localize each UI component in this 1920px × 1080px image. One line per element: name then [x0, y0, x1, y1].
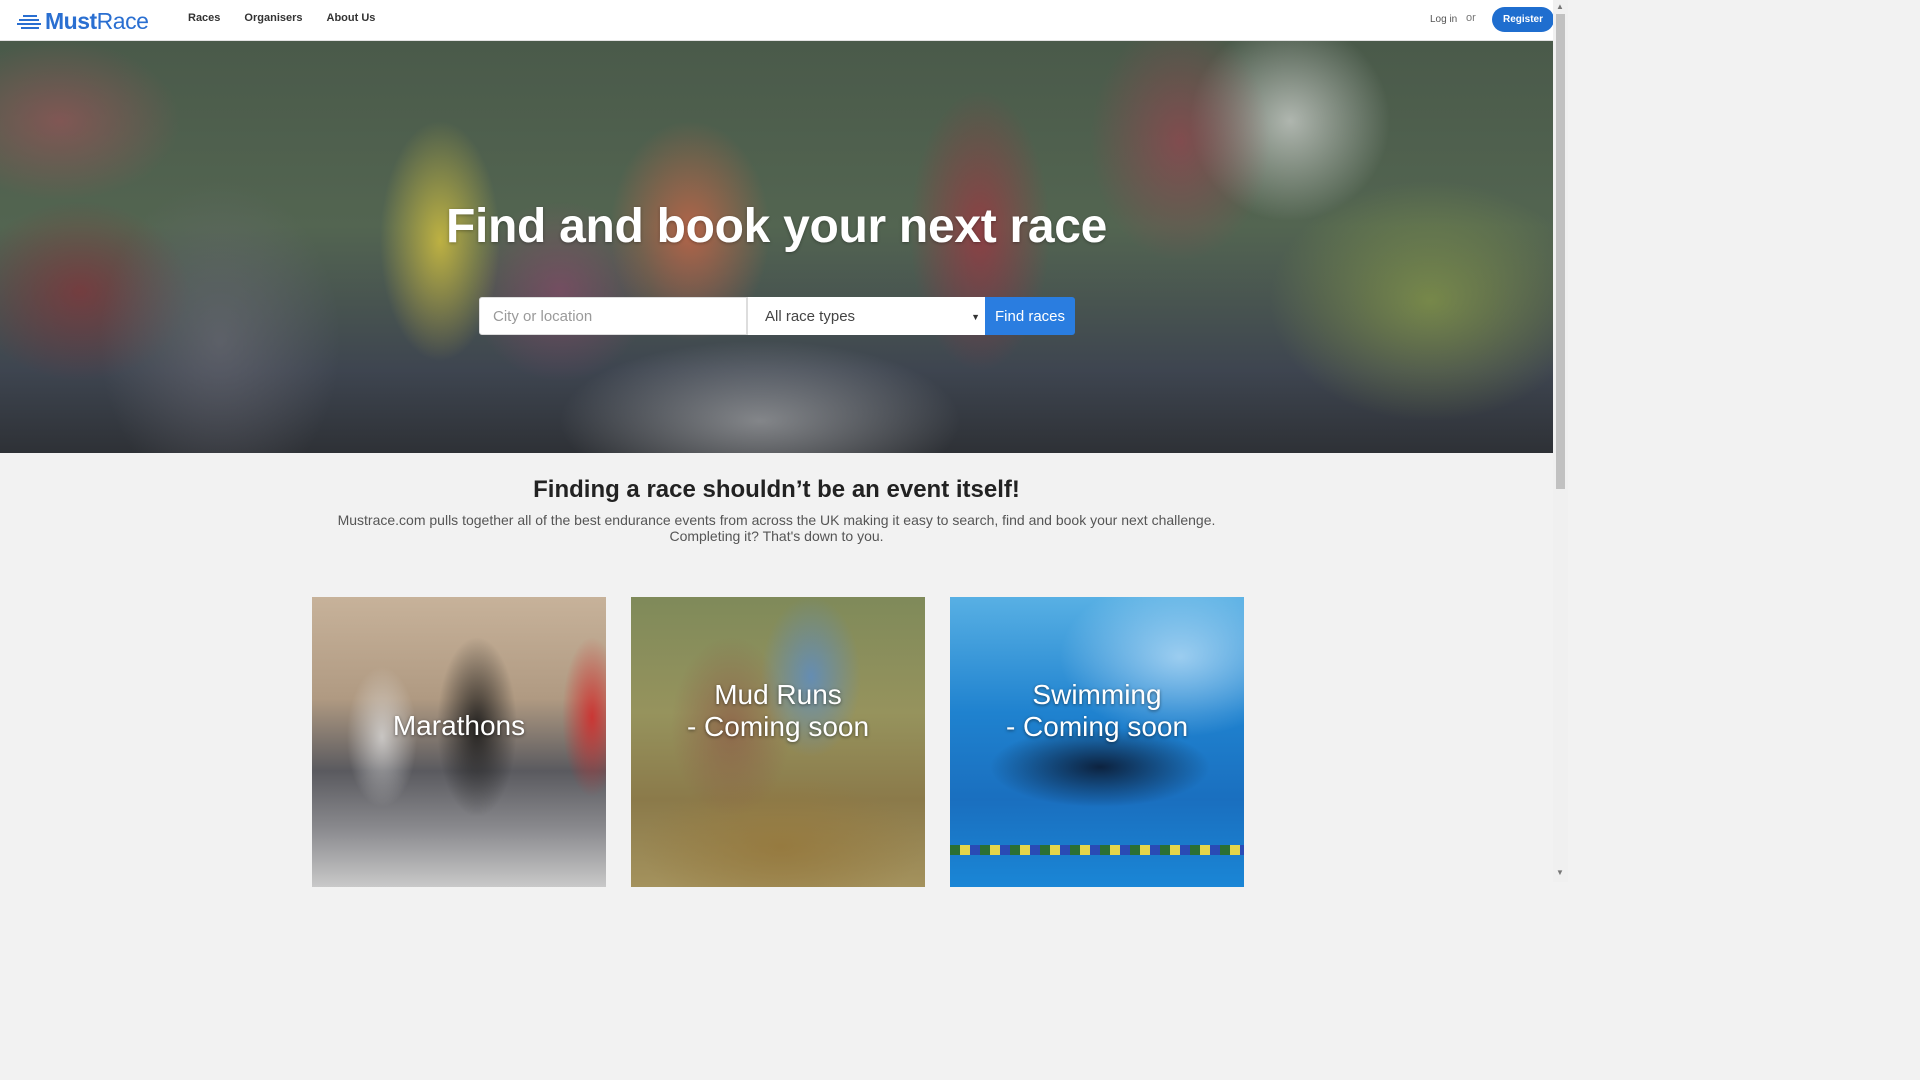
- hero-title: Find and book your next race: [445, 200, 1108, 253]
- card-marathons[interactable]: Marathons: [312, 597, 606, 887]
- card-swimming[interactable]: Swimming - Coming soon: [950, 597, 1244, 887]
- card-marathons-title: Marathons: [392, 710, 526, 741]
- card-mud-runs-subtitle: - Coming soon: [686, 711, 870, 742]
- nav-about-us[interactable]: About Us: [327, 12, 376, 24]
- card-mud-runs-title: Mud Runs: [714, 679, 842, 710]
- race-type-select[interactable]: All race types ▼: [747, 297, 985, 335]
- card-swimming-title: Swimming: [1032, 679, 1162, 710]
- scroll-up-arrow-icon[interactable]: ▲: [1556, 2, 1564, 11]
- card-swimming-subtitle: - Coming soon: [1005, 711, 1189, 742]
- login-link[interactable]: Log in: [1430, 14, 1457, 25]
- intro-heading: Finding a race shouldn’t be an event its…: [533, 476, 1020, 503]
- race-search-form: City or location All race types ▼ Find r…: [479, 297, 1075, 335]
- mustrace-logo[interactable]: Must Race: [17, 8, 149, 35]
- nav-organisers[interactable]: Organisers: [244, 12, 302, 24]
- top-navbar: Must Race Races Organisers About Us Log i…: [0, 0, 1554, 41]
- city-location-input[interactable]: City or location: [479, 297, 747, 335]
- card-marathons-label: Marathons: [312, 710, 606, 742]
- hero-banner: Find and book your next race City or loc…: [0, 41, 1553, 453]
- race-type-value: All race types: [765, 307, 856, 325]
- or-text: or: [1466, 12, 1476, 24]
- race-type-cards: Marathons Mud Runs - Coming soon Swimmin…: [312, 597, 1244, 887]
- lane-rope-decoration: [950, 845, 1244, 855]
- register-button[interactable]: Register: [1492, 7, 1554, 32]
- scrollbar-thumb[interactable]: [1556, 14, 1565, 489]
- card-swimming-label: Swimming - Coming soon: [950, 679, 1244, 743]
- main-nav: Races Organisers About Us: [188, 12, 375, 24]
- intro-body: Mustrace.com pulls together all of the b…: [337, 512, 1216, 544]
- logo-mark-icon: [17, 13, 43, 31]
- nav-races[interactable]: Races: [188, 12, 220, 24]
- card-mud-runs[interactable]: Mud Runs - Coming soon: [631, 597, 925, 887]
- logo-text-race: Race: [96, 8, 149, 34]
- scroll-down-arrow-icon[interactable]: ▼: [1556, 868, 1564, 877]
- find-races-button[interactable]: Find races: [985, 297, 1075, 335]
- logo-text-must: Must: [45, 8, 97, 34]
- vertical-scrollbar[interactable]: ▲ ▼: [1553, 0, 1568, 882]
- intro-section: Finding a race shouldn’t be an event its…: [0, 476, 1553, 544]
- card-mud-runs-label: Mud Runs - Coming soon: [631, 679, 925, 743]
- dropdown-caret-icon: ▼: [971, 312, 980, 322]
